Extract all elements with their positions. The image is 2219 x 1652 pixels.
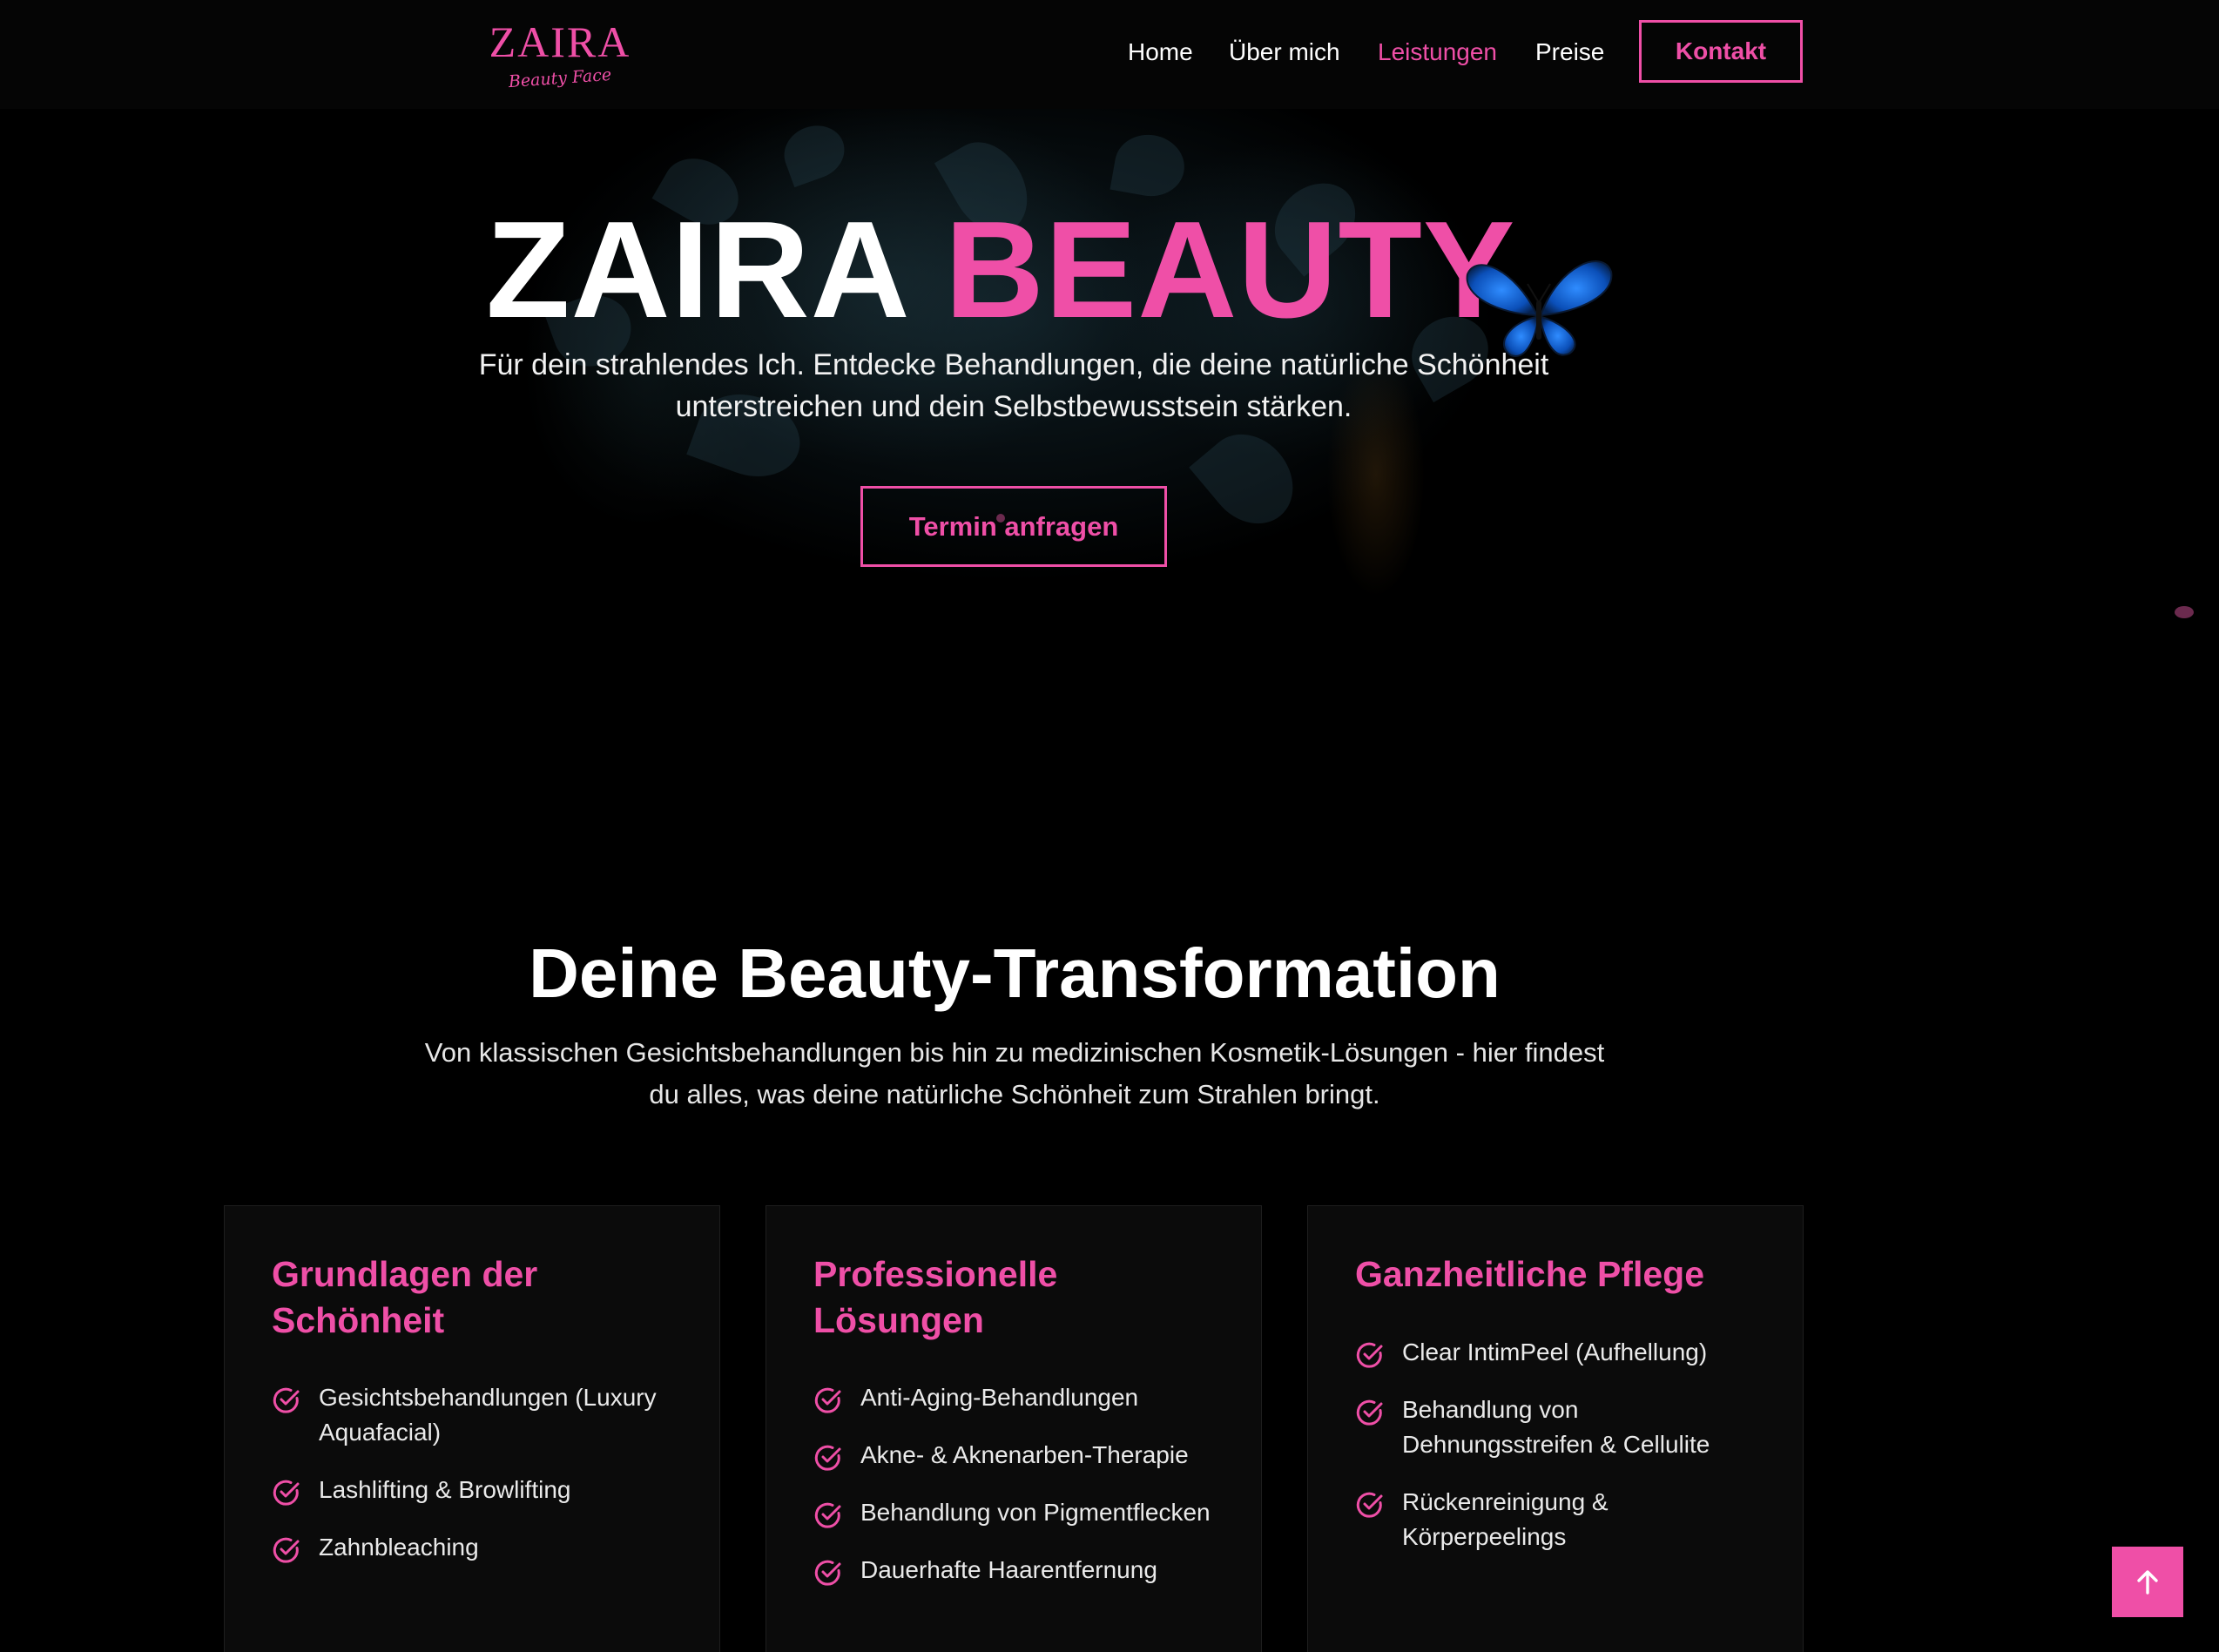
list-item-text: Lashlifting & Browlifting — [319, 1476, 571, 1503]
card-list: Gesichtsbehandlungen (Luxury Aquafacial)… — [272, 1380, 690, 1588]
check-circle-icon — [814, 1445, 841, 1471]
list-item-text: Behandlung von Pigmentflecken — [860, 1499, 1211, 1526]
check-circle-icon — [1356, 1399, 1383, 1426]
check-circle-icon — [814, 1502, 841, 1528]
service-card-holistic: Ganzheitliche Pflege Clear IntimPeel (Au… — [1307, 1205, 1804, 1652]
check-circle-icon — [814, 1387, 841, 1413]
nav-link-about[interactable]: Über mich — [1229, 35, 1340, 70]
card-title: Professionelle Lösungen — [813, 1254, 1058, 1340]
top-navigation: ZAIRA Beauty Face Home Über mich Leistun… — [0, 0, 2219, 109]
list-item: Gesichtsbehandlungen (Luxury Aquafacial) — [272, 1380, 690, 1450]
nav-link-home[interactable]: Home — [1128, 35, 1193, 70]
list-item: Behandlung von Pigmentflecken — [813, 1495, 1231, 1530]
decorative-dot — [2175, 606, 2194, 618]
hero-subtitle: Für dein strahlendes Ich. Entdecke Behan… — [478, 348, 1549, 423]
check-circle-icon — [1356, 1342, 1383, 1368]
check-circle-icon — [273, 1387, 300, 1413]
list-item: Behandlung von Dehnungsstreifen & Cellul… — [1355, 1392, 1773, 1462]
list-item-text: Anti-Aging-Behandlungen — [860, 1384, 1139, 1411]
leaf-shape — [1189, 416, 1311, 542]
card-list: Anti-Aging-Behandlungen Akne- & Aknenarb… — [813, 1380, 1231, 1610]
list-item-text: Rückenreinigung & Körperpeelings — [1402, 1488, 1609, 1550]
card-list: Clear IntimPeel (Aufhellung) Behandlung … — [1355, 1335, 1773, 1577]
list-item-text: Behandlung von Dehnungsstreifen & Cellul… — [1402, 1396, 1710, 1458]
list-item-text: Gesichtsbehandlungen (Luxury Aquafacial) — [319, 1384, 657, 1446]
scroll-to-top-button[interactable] — [2112, 1547, 2183, 1617]
list-item: Anti-Aging-Behandlungen — [813, 1380, 1231, 1415]
service-card-professional: Professionelle Lösungen Anti-Aging-Behan… — [766, 1205, 1262, 1652]
hero-title: ZAIRA BEAUTY — [486, 187, 1515, 353]
arrow-up-icon — [2137, 1569, 2158, 1595]
list-item: Zahnbleaching — [272, 1530, 690, 1565]
service-card-basics: Grundlagen der Schönheit Gesichtsbehandl… — [224, 1205, 720, 1652]
hero-title-pink: BEAUTY — [944, 193, 1516, 347]
card-title: Grundlagen der Schönheit — [272, 1254, 538, 1340]
list-item: Rückenreinigung & Körperpeelings — [1355, 1485, 1773, 1554]
list-item: Akne- & Aknenarben-Therapie — [813, 1438, 1231, 1473]
list-item-text: Akne- & Aknenarben-Therapie — [860, 1441, 1189, 1468]
contact-button[interactable]: Kontakt — [1639, 20, 1803, 83]
hero-section: ZAIRA BEAUTY Für dein strahlendes Ich. E… — [0, 109, 2219, 718]
hero-title-white: ZAIRA — [486, 193, 906, 347]
check-circle-icon — [273, 1537, 300, 1563]
list-item-text: Clear IntimPeel (Aufhellung) — [1402, 1338, 1708, 1365]
nav-link-prices[interactable]: Preise — [1535, 35, 1604, 70]
leaf-shape — [776, 117, 853, 188]
list-item: Clear IntimPeel (Aufhellung) — [1355, 1335, 1773, 1370]
check-circle-icon — [273, 1480, 300, 1506]
nav-link-services[interactable]: Leistungen — [1378, 35, 1497, 70]
logo-tagline: Beauty Face — [508, 64, 612, 92]
check-circle-icon — [1356, 1492, 1383, 1518]
page: ZAIRA Beauty Face Home Über mich Leistun… — [0, 0, 2219, 1652]
list-item-text: Dauerhafte Haarentfernung — [860, 1556, 1157, 1583]
list-item-text: Zahnbleaching — [319, 1534, 479, 1561]
list-item: Dauerhafte Haarentfernung — [813, 1553, 1231, 1588]
request-appointment-button[interactable]: Termin anfragen — [860, 486, 1167, 567]
card-title: Ganzheitliche Pflege — [1355, 1254, 1704, 1294]
logo-wordmark: ZAIRA — [489, 17, 631, 66]
section-subtitle: Von klassischen Gesichtsbehandlungen bis… — [424, 1037, 1605, 1109]
decorative-dot — [996, 514, 1005, 523]
logo[interactable]: ZAIRA Beauty Face — [486, 17, 634, 106]
section-title: Deine Beauty-Transformation — [529, 934, 1501, 1012]
check-circle-icon — [814, 1560, 841, 1586]
list-item: Lashlifting & Browlifting — [272, 1473, 690, 1507]
